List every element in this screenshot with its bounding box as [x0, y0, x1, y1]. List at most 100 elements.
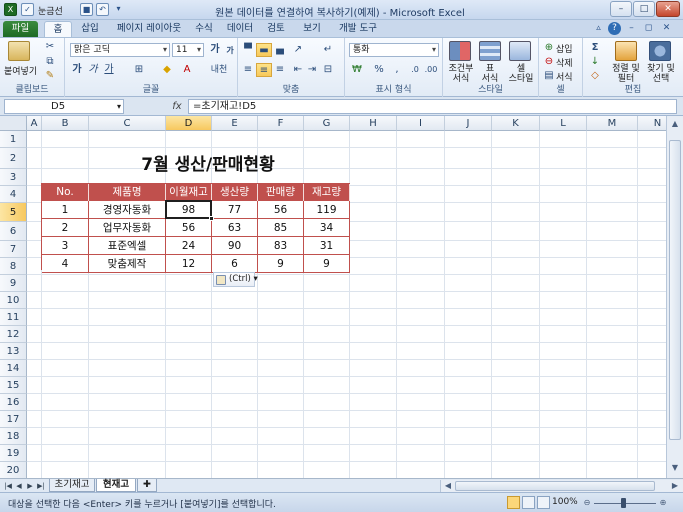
cut-icon[interactable]: ✂ [42, 40, 58, 54]
percent-style-button[interactable]: % [371, 63, 387, 77]
table-header-production[interactable]: 생산량 [212, 184, 258, 201]
save-icon[interactable]: ■ [80, 3, 93, 16]
row-header-16[interactable]: 16 [0, 394, 27, 411]
table-cell-sales[interactable]: 56 [258, 201, 304, 219]
insert-function-button[interactable]: fx [170, 99, 184, 114]
formula-input[interactable]: =초기재고!D5 [188, 99, 677, 114]
zoom-in-icon[interactable]: ⊕ [657, 497, 669, 509]
table-cell-product[interactable]: 표준엑셀 [89, 237, 166, 255]
page-break-view-icon[interactable] [537, 496, 550, 509]
sheet-title[interactable]: 7월 생산/판매현황 [88, 150, 328, 175]
insert-sheet-icon[interactable]: ✚ [137, 479, 157, 492]
grow-font-button[interactable]: 가 [207, 43, 223, 57]
column-header-n[interactable]: N [638, 116, 666, 131]
row-header-9[interactable]: 9 [0, 275, 27, 292]
close-button[interactable]: ✕ [656, 1, 680, 17]
vertical-scroll-thumb[interactable] [669, 140, 681, 440]
row-header-5[interactable]: 5 [0, 203, 27, 222]
workbook-restore-icon[interactable]: ◻ [642, 22, 655, 35]
maximize-button[interactable]: □ [633, 1, 655, 17]
table-cell-product[interactable]: 맞춤제작 [89, 255, 166, 273]
scroll-right-icon[interactable]: ▶ [669, 480, 681, 492]
tab-developer[interactable]: 개발 도구 [334, 21, 382, 37]
format-painter-icon[interactable]: ✎ [42, 69, 58, 83]
undo-icon[interactable]: ↶ [96, 3, 109, 16]
column-header-b[interactable]: B [42, 116, 89, 131]
find-select-icon[interactable] [649, 41, 671, 61]
font-size-combo[interactable]: 11 [172, 43, 204, 57]
align-middle-icon[interactable]: ▬ [256, 43, 272, 57]
comma-style-button[interactable]: , [389, 63, 405, 77]
table-cell-sales[interactable]: 83 [258, 237, 304, 255]
zoom-slider-thumb[interactable] [621, 498, 626, 508]
column-header-g[interactable]: G [304, 116, 350, 131]
paste-icon[interactable] [8, 41, 30, 61]
table-cell-no[interactable]: 4 [42, 255, 89, 273]
table-cell-stock[interactable]: 34 [304, 219, 350, 237]
workbook-close-icon[interactable]: ✕ [660, 22, 673, 35]
bold-button[interactable]: 가 [69, 63, 85, 77]
table-cell-product[interactable]: 업무자동화 [89, 219, 166, 237]
table-header-sales[interactable]: 판매량 [258, 184, 304, 201]
fill-handle[interactable] [209, 216, 214, 221]
horizontal-scroll-thumb[interactable] [455, 481, 655, 491]
column-header-h[interactable]: H [350, 116, 397, 131]
zoom-out-icon[interactable]: ⊖ [581, 497, 593, 509]
select-all-corner[interactable] [0, 116, 27, 131]
sheet-tab-initial-stock[interactable]: 초기재고 [49, 479, 95, 492]
table-cell-stock[interactable]: 119 [304, 201, 350, 219]
column-header-f[interactable]: F [258, 116, 304, 131]
ribbon-collapse-icon[interactable]: ▵ [592, 22, 605, 35]
row-header-11[interactable]: 11 [0, 309, 27, 326]
vertical-scrollbar[interactable]: ▲ ▼ [666, 116, 683, 478]
tab-page-layout[interactable]: 페이지 레이아웃 [110, 21, 188, 37]
row-header-10[interactable]: 10 [0, 292, 27, 309]
tab-view[interactable]: 보기 [298, 21, 326, 37]
table-cell-product[interactable]: 경영자동화 [89, 201, 166, 219]
fill-icon[interactable]: ↓ [587, 55, 603, 69]
row-header-6[interactable]: 6 [0, 222, 27, 241]
qat-customize-icon[interactable]: ▾ [112, 3, 125, 16]
phonetic-guide-button[interactable]: 내천 [205, 63, 233, 77]
italic-button[interactable]: 가 [85, 63, 101, 77]
column-header-j[interactable]: J [445, 116, 492, 131]
column-header-k[interactable]: K [492, 116, 540, 131]
find-select-button[interactable]: 찾기 및 선택 [641, 64, 681, 84]
row-header-15[interactable]: 15 [0, 377, 27, 394]
delete-cells-icon[interactable]: ⊖ [541, 55, 557, 69]
merge-center-icon[interactable]: ⊟ [320, 63, 336, 77]
paste-options-button[interactable]: (Ctrl) ▾ [213, 272, 258, 287]
worksheet-grid[interactable]: ABCDEFGHIJKLMN 1 2 3 4 5 6 7 8 9 10 11 12 13 14 15 16 17… [0, 116, 666, 478]
table-cell-no[interactable]: 1 [42, 201, 89, 219]
minimize-button[interactable]: – [610, 1, 632, 17]
table-header-stock[interactable]: 재고량 [304, 184, 350, 201]
table-cell-production[interactable]: 6 [212, 255, 258, 273]
tab-formulas[interactable]: 수식 [190, 21, 218, 37]
align-left-icon[interactable]: ≡ [240, 63, 256, 77]
cell-styles-button[interactable]: 셀 스타일 [505, 64, 537, 84]
row-header-19[interactable]: 19 [0, 445, 27, 462]
border-icon[interactable]: ⊞ [131, 63, 147, 77]
next-sheet-icon[interactable]: ▶ [25, 480, 35, 492]
insert-cells-icon[interactable]: ⊕ [541, 41, 557, 55]
format-cells-icon[interactable]: ▤ [541, 69, 557, 83]
table-cell-no[interactable]: 2 [42, 219, 89, 237]
row-header-7[interactable]: 7 [0, 241, 27, 258]
number-format-combo[interactable]: 통화 [349, 43, 439, 57]
accounting-format-icon[interactable]: ₩ [349, 63, 365, 77]
normal-view-icon[interactable] [507, 496, 520, 509]
orientation-icon[interactable]: ↗ [290, 43, 306, 57]
row-header-18[interactable]: 18 [0, 428, 27, 445]
tab-home[interactable]: 홈 [44, 21, 72, 37]
copy-icon[interactable]: ⧉ [42, 55, 58, 69]
sort-filter-icon[interactable] [615, 41, 637, 61]
row-header-8[interactable]: 8 [0, 258, 27, 275]
table-cell-stock[interactable]: 31 [304, 237, 350, 255]
conditional-format-icon[interactable] [449, 41, 471, 61]
underline-button[interactable]: 가 [101, 63, 117, 77]
table-cell-production[interactable]: 90 [212, 237, 258, 255]
table-cell-production[interactable]: 63 [212, 219, 258, 237]
increase-decimal-icon[interactable]: .0 [407, 63, 423, 77]
table-cell-carryover[interactable]: 24 [166, 237, 212, 255]
column-header-e[interactable]: E [212, 116, 258, 131]
